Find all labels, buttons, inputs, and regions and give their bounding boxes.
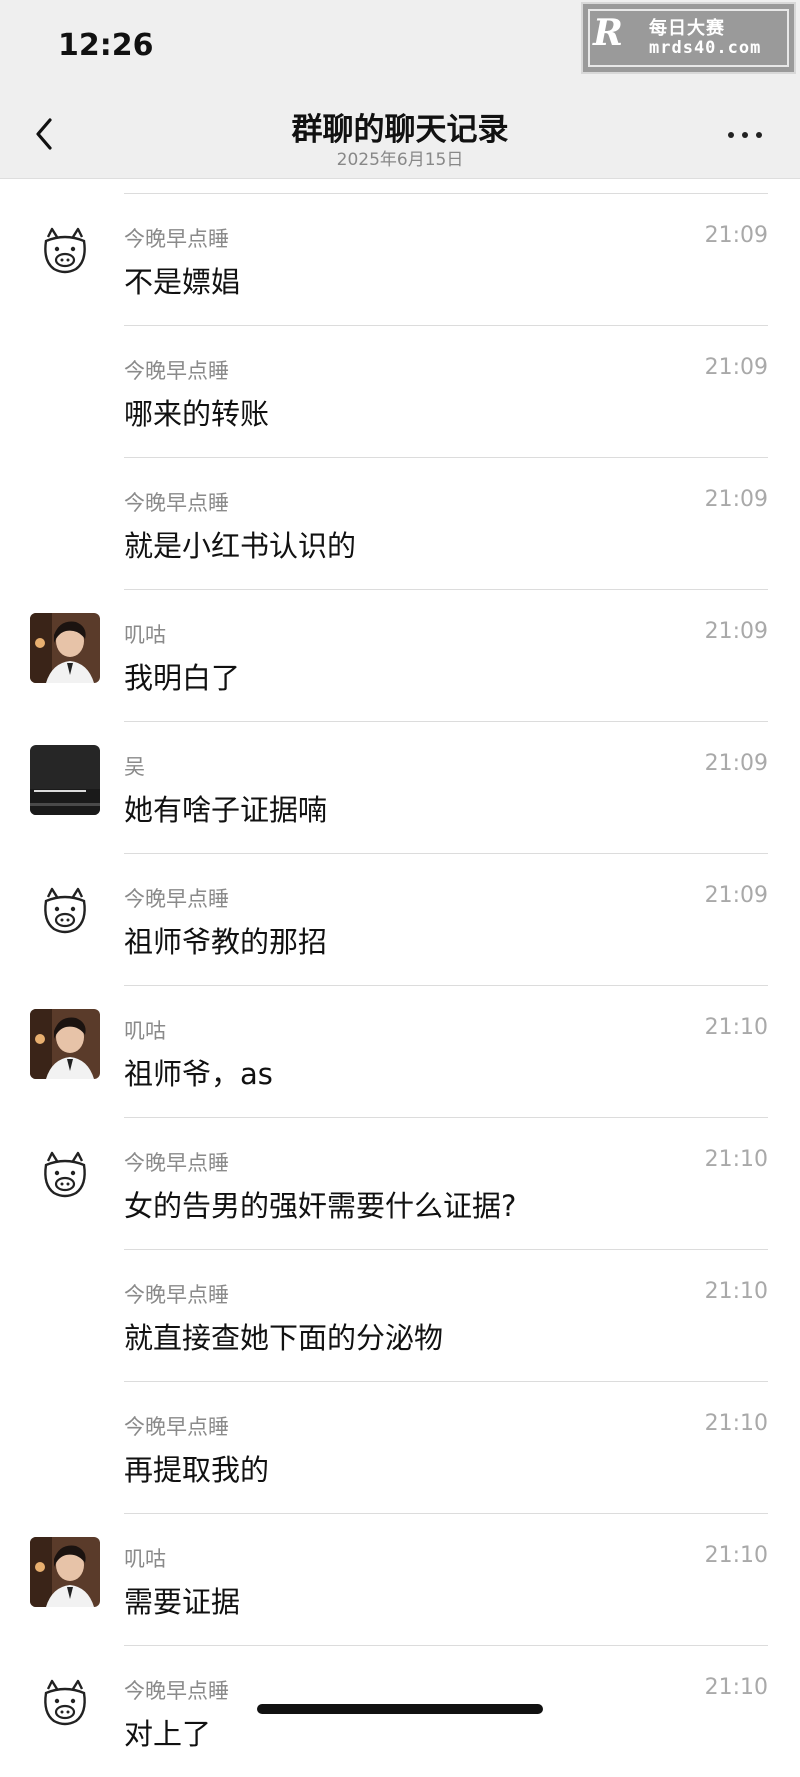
message-text: 对上了 <box>124 1717 212 1751</box>
message-row[interactable]: 今晚早点睡 21:09 祖师爷教的那招 <box>0 853 800 985</box>
avatar[interactable] <box>30 1669 100 1739</box>
message-time: 21:09 <box>704 619 768 644</box>
message-text: 就直接查她下面的分泌物 <box>124 1321 444 1355</box>
sender-name: 叽咕 <box>124 1547 166 1571</box>
message-text: 哪来的转账 <box>124 397 270 431</box>
message-divider <box>124 1381 768 1382</box>
message-row[interactable]: 今晚早点睡 21:09 哪来的转账 <box>0 325 800 457</box>
message-divider <box>124 589 768 590</box>
message-time: 21:10 <box>704 1675 768 1700</box>
avatar[interactable] <box>30 1009 100 1079</box>
page-title: 群聊的聊天记录 <box>291 112 509 148</box>
message-text: 就是小红书认识的 <box>124 529 357 563</box>
message-time: 21:09 <box>704 223 768 248</box>
message-time: 21:10 <box>704 1279 768 1304</box>
message-text: 祖师爷，as <box>124 1057 273 1091</box>
photo-avatar <box>30 613 100 683</box>
message-text: 她有啥子证据喃 <box>124 793 328 827</box>
watermark-logo: R <box>593 12 623 54</box>
page-subtitle: 2025年6月15日 <box>336 150 464 170</box>
more-button[interactable] <box>720 120 770 150</box>
message-divider <box>124 1117 768 1118</box>
message-time: 21:09 <box>704 751 768 776</box>
message-time: 21:10 <box>704 1015 768 1040</box>
message-row[interactable]: 今晚早点睡 21:09 不是嫖娼 <box>0 193 800 325</box>
message-time: 21:09 <box>704 355 768 380</box>
message-divider <box>124 1645 768 1646</box>
home-indicator <box>257 1704 543 1714</box>
message-time: 21:10 <box>704 1543 768 1568</box>
sender-name: 叽咕 <box>124 623 166 647</box>
pig-doodle-avatar-icon <box>44 887 86 934</box>
sender-name: 今晚早点睡 <box>124 1283 229 1307</box>
message-text: 女的告男的强奸需要什么证据? <box>124 1189 517 1223</box>
pig-doodle-avatar-icon <box>44 1151 86 1198</box>
sender-name: 今晚早点睡 <box>124 1415 229 1439</box>
message-row[interactable]: 今晚早点睡 21:10 就直接查她下面的分泌物 <box>0 1249 800 1381</box>
message-divider <box>124 1249 768 1250</box>
message-divider <box>124 853 768 854</box>
message-row[interactable]: 叽咕 21:09 我明白了 <box>0 589 800 721</box>
status-time: 12:26 <box>58 28 154 63</box>
message-time: 21:10 <box>704 1147 768 1172</box>
message-text: 不是嫖娼 <box>124 265 241 299</box>
message-divider <box>124 985 768 986</box>
sender-name: 今晚早点睡 <box>124 887 229 911</box>
pig-doodle-avatar-icon <box>44 1679 86 1726</box>
message-text: 我明白了 <box>124 661 241 695</box>
more-dot <box>742 132 748 138</box>
avatar[interactable] <box>30 877 100 947</box>
message-divider <box>124 1513 768 1514</box>
message-text: 祖师爷教的那招 <box>124 925 328 959</box>
sender-name: 今晚早点睡 <box>124 227 229 251</box>
message-text: 需要证据 <box>124 1585 241 1619</box>
message-time: 21:09 <box>704 487 768 512</box>
sender-name: 今晚早点睡 <box>124 359 229 383</box>
sender-name: 叽咕 <box>124 1019 166 1043</box>
message-list: 今晚早点睡 21:09 不是嫖娼 今晚早点睡 21:09 哪来的转账 今晚早点睡 21:09 就… <box>0 193 800 1777</box>
message-row[interactable]: 叽咕 21:10 祖师爷，as <box>0 985 800 1117</box>
message-time: 21:09 <box>704 883 768 908</box>
message-divider <box>124 457 768 458</box>
avatar[interactable] <box>30 613 100 683</box>
photo-avatar <box>30 1009 100 1079</box>
pig-doodle-avatar-icon <box>44 227 86 274</box>
more-dots-icon <box>728 132 734 138</box>
photo-avatar <box>30 1537 100 1607</box>
sender-name: 今晚早点睡 <box>124 491 229 515</box>
avatar[interactable] <box>30 217 100 287</box>
message-row[interactable]: 今晚早点睡 21:10 女的告男的强奸需要什么证据? <box>0 1117 800 1249</box>
message-row[interactable]: 今晚早点睡 21:10 再提取我的 <box>0 1381 800 1513</box>
message-row[interactable]: 叽咕 21:10 需要证据 <box>0 1513 800 1645</box>
avatar[interactable] <box>30 1537 100 1607</box>
message-row[interactable]: 今晚早点睡 21:09 就是小红书认识的 <box>0 457 800 589</box>
message-text: 再提取我的 <box>124 1453 270 1487</box>
sender-name: 吴 <box>124 755 145 779</box>
message-divider <box>124 325 768 326</box>
message-divider <box>124 193 768 194</box>
more-dot <box>756 132 762 138</box>
sender-name: 今晚早点睡 <box>124 1679 229 1703</box>
message-divider <box>124 721 768 722</box>
watermark-title: 每日大赛 <box>649 18 725 39</box>
sender-name: 今晚早点睡 <box>124 1151 229 1175</box>
watermark-url: mrds40.com <box>649 38 762 58</box>
message-row[interactable]: 吴 21:09 她有啥子证据喃 <box>0 721 800 853</box>
nav-bar: 群聊的聊天记录 2025年6月15日 <box>0 90 800 179</box>
avatar[interactable] <box>30 745 100 815</box>
message-time: 21:10 <box>704 1411 768 1436</box>
dark-photo-avatar <box>30 745 100 815</box>
watermark: R 每日大赛 mrds40.com <box>581 2 796 74</box>
avatar[interactable] <box>30 1141 100 1211</box>
